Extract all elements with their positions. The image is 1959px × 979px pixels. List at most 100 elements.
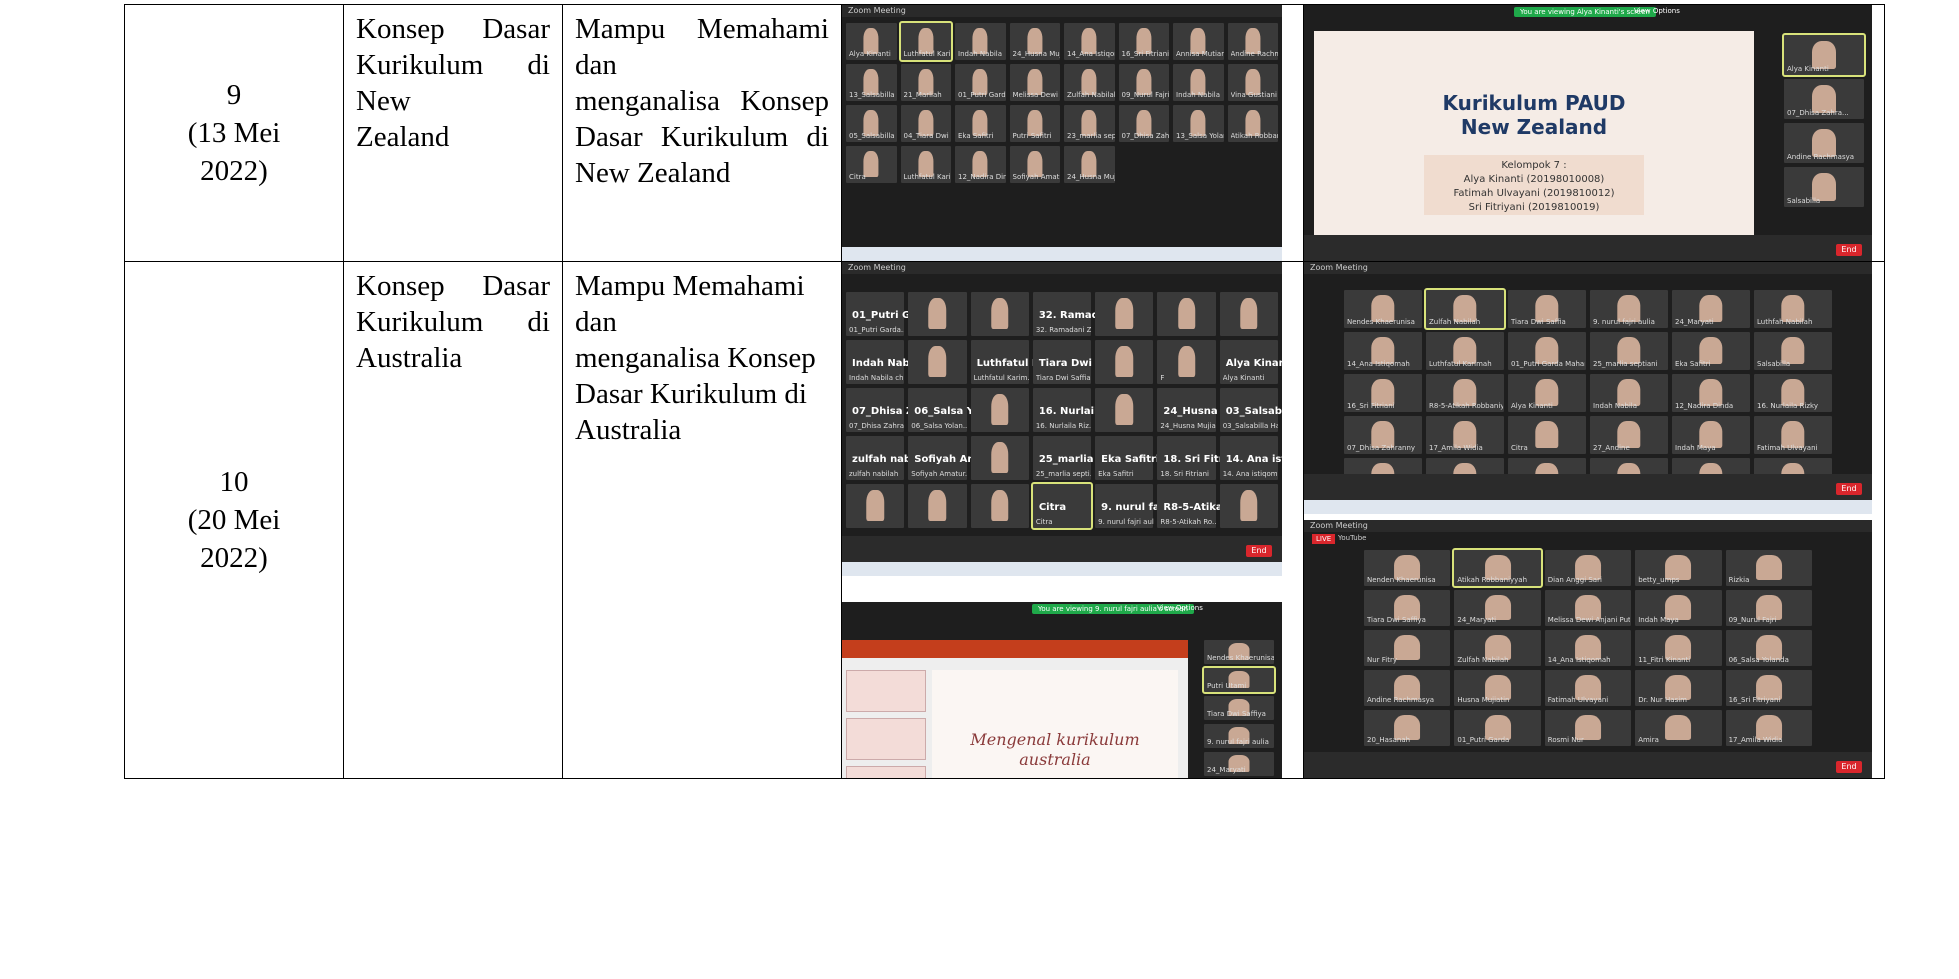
participant-tile[interactable]	[1095, 388, 1154, 432]
participant-tile[interactable]: Vina Gustiani	[1227, 64, 1278, 101]
participant-tile[interactable]: Amira	[1635, 710, 1722, 746]
participant-tile[interactable]: 18. Sri Fitriani 18. Sri Fitriani	[1157, 436, 1244, 480]
participant-tile[interactable]: Zulfah Nabilah	[1064, 64, 1115, 101]
participant-tile[interactable]: 17_Amila Widia	[1725, 710, 1812, 746]
participant-tile[interactable]	[908, 484, 967, 528]
participant-tile[interactable]: 14. Ana istiqom... 14. Ana istiqom...	[1219, 436, 1282, 480]
participant-tile[interactable]: Luthfatul Karim... Luthfatul Karim...	[970, 340, 1077, 384]
participant-tile[interactable]: 9. nurul fajri aulia	[1204, 724, 1274, 748]
participant-tile[interactable]: Zulfah Nabilah	[1424, 288, 1506, 330]
participant-tile[interactable]: 17_Amila Widia	[1426, 416, 1504, 454]
participant-tile[interactable]: Melissa Dewi Anjani Putri	[1544, 590, 1632, 626]
end-meeting-button[interactable]: End	[1836, 244, 1862, 256]
participant-tile[interactable]: 24_Maryati	[1672, 290, 1750, 328]
participant-tile[interactable]: 09_Nurul Fajri	[1118, 64, 1169, 101]
participant-tile[interactable]: 07_Dhisa Zahranny	[1118, 105, 1169, 142]
participant-tile[interactable]: 07_Dhisa Zahra...07_Dhisa Zahra...	[846, 388, 950, 432]
participant-tile[interactable]: Indah Nabila	[1590, 374, 1668, 412]
participant-tile[interactable]: Rizkia	[1725, 550, 1812, 586]
participant-tile[interactable]: Luthfatul Karimah	[1426, 332, 1504, 370]
participant-tile[interactable]: Citra	[1508, 416, 1586, 454]
participant-tile[interactable]: 09_Nurul Fajri	[1725, 590, 1812, 626]
participant-tile[interactable]: 16_Sri Fitriani	[1344, 374, 1422, 412]
participant-tile[interactable]: 24_Husna Mujia...	[1064, 146, 1115, 183]
participant-tile[interactable]: Luthfatul Karimah	[900, 146, 951, 183]
participant-tile[interactable]: Alya Kinanti	[1782, 33, 1866, 77]
participant-tile[interactable]: Dian Anggi Sari	[1544, 550, 1632, 586]
participant-tile[interactable]	[970, 484, 1029, 528]
participant-tile[interactable]: Atikah Robbaniyyah	[1452, 548, 1543, 588]
participant-tile[interactable]: betty_umps	[1635, 550, 1722, 586]
participant-tile[interactable]: 07_Dhisa Zahranny	[1344, 416, 1422, 454]
participant-tile[interactable]: Alya Kinanti Alya Kinanti	[1219, 340, 1282, 384]
participant-tile[interactable]: 16_Sri Fitriani	[1118, 23, 1169, 60]
participant-tile[interactable]: Eka Safitri	[955, 105, 1006, 142]
participant-tile[interactable]: 12_Nadira Dinda	[955, 146, 1006, 183]
participant-tile[interactable]: 9. nurul fajri aulia	[1590, 290, 1668, 328]
participant-tile[interactable]: 9. nurul fajri aulia9. nurul fajri aulia	[1095, 484, 1202, 528]
participant-tile[interactable]: 13_Salsabilla Hasmilah	[846, 64, 897, 101]
participant-tile[interactable]: Indah Nabila	[1173, 64, 1224, 101]
view-options-button[interactable]: View Options	[1634, 7, 1680, 15]
participant-tile[interactable]: Alya Kinanti	[1508, 374, 1586, 412]
participant-tile[interactable]: Luthfah Nabilah	[1754, 290, 1832, 328]
participant-tile[interactable]: 01_Putri Garda	[1454, 710, 1541, 746]
participant-tile[interactable]: Tiara Dwi Saffiya	[1204, 696, 1274, 720]
participant-tile[interactable]: 24_Husna Mujiati	[1009, 23, 1060, 60]
participant-tile[interactable]: Melissa Dewi	[1009, 64, 1060, 101]
participant-tile[interactable]	[1095, 340, 1154, 384]
participant-tile[interactable]: Putri Safitri	[1009, 105, 1060, 142]
participant-tile[interactable]: Annisa Mutiara	[1173, 23, 1224, 60]
participant-tile[interactable]: Indah Maya	[1635, 590, 1722, 626]
participant-tile[interactable]	[1219, 484, 1278, 528]
participant-tile[interactable]: Tiara Dwi Saffiya	[1364, 590, 1451, 626]
participant-tile[interactable]: 12_Nadira Dinda	[1672, 374, 1750, 412]
participant-tile[interactable]: Dr. Nur Hasim	[1635, 670, 1722, 706]
participant-tile[interactable]: Eka Safitri Eka Safitri	[1095, 436, 1159, 480]
participant-tile[interactable]: 20_Hasanah	[1364, 710, 1451, 746]
participant-tile[interactable]: 01_Putri Garda Maharani	[1508, 332, 1586, 370]
participant-tile[interactable]: Sofiyah Amatur... Sofiyah Amatur...	[908, 436, 1011, 480]
participant-tile[interactable]: 25_marlia septiani	[1590, 332, 1668, 370]
participant-tile[interactable]: 32. Ramadani Z...32. Ramadani Z...	[1032, 292, 1138, 336]
participant-tile[interactable]: zulfah nabilah zulfah nabilah	[846, 436, 932, 480]
view-options-button[interactable]: View Options	[1157, 604, 1203, 612]
participant-tile[interactable]: Fatimah Ulvayani	[1754, 416, 1832, 454]
participant-tile[interactable]: Atikah Robbaniyyah	[1227, 105, 1278, 142]
end-meeting-button[interactable]: End	[1836, 761, 1862, 773]
participant-tile[interactable]: Fatimah Ulvayani	[1544, 670, 1632, 706]
participant-tile[interactable]: Indah Nabila	[955, 23, 1006, 60]
participant-tile[interactable]: Husna Mujiatin	[1454, 670, 1541, 706]
participant-tile[interactable]: 05_Salsabilla Hasmilah	[846, 105, 897, 142]
participant-tile[interactable]: Nendes Khaerunisa	[1204, 640, 1274, 664]
participant-tile[interactable]: Alya Kinanti	[846, 23, 897, 60]
participant-tile[interactable]	[970, 436, 1029, 480]
participant-tile[interactable]: Eka Safitri	[1672, 332, 1750, 370]
participant-tile[interactable]: Citra Citra	[1030, 482, 1094, 530]
participant-tile[interactable]: 16_Sri Fitriyani	[1725, 670, 1812, 706]
participant-tile[interactable]: 13_Salsa Yolanda	[1173, 105, 1224, 142]
participant-tile[interactable]: 24_Maryati	[1454, 590, 1541, 626]
participant-tile[interactable]: 27_Andine	[1590, 416, 1668, 454]
participant-tile[interactable]: R8-5-Atikah Robbaniyyah	[1426, 374, 1504, 412]
slide-thumbnails[interactable]	[846, 670, 926, 778]
participant-tile[interactable]: 25_marlia septi... 25_marlia septi...	[1032, 436, 1136, 480]
participant-tile[interactable]	[908, 340, 967, 384]
participant-tile[interactable]	[908, 292, 967, 336]
participant-tile[interactable]: F	[1157, 340, 1216, 384]
participant-tile[interactable]	[970, 292, 1029, 336]
participant-tile[interactable]: 14_Ana Istiqomah	[1344, 332, 1422, 370]
participant-tile[interactable]: R8-5-Atikah Ro... R8-5-Atikah Ro...	[1157, 484, 1259, 528]
participant-tile[interactable]: Salsabilla	[1784, 167, 1864, 207]
participant-tile[interactable]: Nendes Khaerunisa	[1344, 290, 1422, 328]
participant-tile[interactable]: 06_Salsa Yolan... 06_Salsa Yolan...	[908, 388, 1009, 432]
participant-tile[interactable]: Rosmi Nur	[1544, 710, 1632, 746]
participant-tile[interactable]: 21_Marliah	[900, 64, 951, 101]
end-meeting-button[interactable]: End	[1246, 545, 1272, 557]
participant-tile[interactable]	[1219, 292, 1278, 336]
participant-tile[interactable]: Tiara Dwi Saffia Tiara Dwi Saffia	[1032, 340, 1127, 384]
participant-tile[interactable]: 03_Salsabilla Ha... 03_Salsabilla Ha...	[1219, 388, 1282, 432]
participant-tile[interactable]: Luthfatul Karimah	[898, 21, 953, 62]
participant-tile[interactable]: Indah Maya	[1672, 416, 1750, 454]
participant-tile[interactable]: 24_Husna Mujia...24_Husna Mujia...	[1157, 388, 1263, 432]
